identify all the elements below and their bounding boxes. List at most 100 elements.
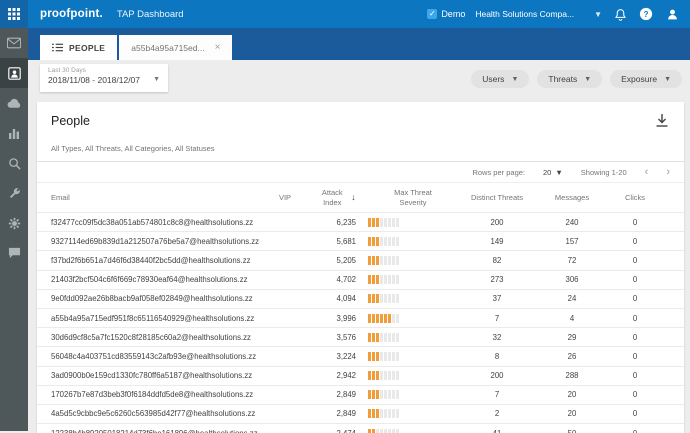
table-row[interactable]: 30d6d9cf8c5a7fc1520c8f28185c60a2@healths… — [37, 327, 684, 346]
gear-icon — [8, 217, 20, 229]
sidebar-item-search[interactable] — [0, 148, 28, 178]
cloud-icon — [7, 98, 20, 108]
severity-bar — [368, 332, 458, 342]
column-header-vip[interactable]: VIP — [266, 193, 304, 202]
table-row[interactable]: 3ad0900b0e159cd1330fc780ff6a5187@healths… — [37, 365, 684, 385]
messages-cell: 157 — [565, 236, 579, 246]
dropdown-caret-icon: ▼ — [153, 76, 160, 83]
table-row[interactable]: 170267b7e87d3beb3f0f6184ddfd5de8@healths… — [37, 384, 684, 404]
exposure-filter-label: Exposure — [621, 74, 658, 84]
users-filter-button[interactable]: Users ▼ — [471, 70, 530, 88]
email-cell[interactable]: 30d6d9cf8c5a7fc1520c8f28185c60a2@healths… — [51, 333, 266, 342]
table-row[interactable]: 56048c4a403751cd83559143c2afb93e@healths… — [37, 346, 684, 365]
distinct-threats-cell: 273 — [490, 275, 504, 285]
column-header-clicks[interactable]: Clicks — [608, 193, 662, 202]
attack-index-label: Attack Index — [321, 188, 343, 207]
top-bar: proofpoint. TAP Dashboard ✓ Demo Health … — [0, 0, 690, 28]
wrench-icon — [9, 187, 20, 198]
threats-filter-button[interactable]: Threats ▼ — [537, 70, 603, 88]
users-filter-label: Users — [482, 74, 505, 84]
sidebar-item-feedback[interactable] — [0, 238, 28, 268]
severity-bar — [368, 255, 458, 265]
distinct-threats-cell: 200 — [490, 371, 504, 381]
bar-chart-icon — [9, 129, 19, 139]
column-header-attack-index[interactable]: Attack Index ↓ — [304, 188, 368, 207]
clicks-cell: 0 — [632, 294, 638, 304]
email-cell[interactable]: 170267b7e87d3beb3f0f6184ddfd5de8@healths… — [51, 390, 266, 399]
messages-cell: 240 — [565, 217, 579, 227]
table-header: Email VIP Attack Index ↓ Max Threat Seve… — [37, 182, 684, 212]
org-selector[interactable]: Health Solutions Compa... — [475, 9, 574, 19]
distinct-threats-cell: 7 — [494, 390, 500, 400]
attack-index-cell: 4,702 — [336, 275, 356, 285]
help-icon[interactable]: ? — [638, 6, 654, 22]
sidebar-item-reports[interactable] — [0, 118, 28, 148]
threats-filter-label: Threats — [548, 74, 578, 84]
email-cell[interactable]: f37bd2f6b651a7d46f6d38440f2bc5dd@healths… — [51, 256, 266, 265]
dropdown-caret-icon: ▼ — [555, 167, 563, 177]
clicks-cell: 0 — [632, 409, 638, 419]
date-range-label: Last 30 Days — [48, 67, 86, 74]
demo-toggle[interactable]: ✓ Demo — [427, 9, 465, 19]
column-header-email[interactable]: Email — [51, 193, 266, 202]
tab-people[interactable]: PEOPLE — [40, 35, 118, 60]
sort-desc-icon[interactable]: ↓ — [351, 192, 356, 203]
svg-text:?: ? — [644, 10, 649, 19]
severity-bar — [368, 236, 458, 246]
rows-per-page-select[interactable]: 20 ▼ — [543, 168, 563, 177]
email-cell[interactable]: 9e0fdd092ae26b8bacb9af058ef02849@healths… — [51, 294, 266, 303]
bell-icon[interactable] — [612, 6, 628, 22]
email-cell[interactable]: 21403f2bcf504c6f6f669c78930eaf64@healths… — [51, 275, 266, 284]
clicks-cell: 0 — [632, 313, 638, 323]
sidebar-item-cloud[interactable] — [0, 88, 28, 118]
column-header-max-threat-severity[interactable]: Max Threat Severity — [368, 188, 458, 207]
apps-grid-button[interactable] — [0, 0, 28, 28]
sidebar-item-mail[interactable] — [0, 28, 28, 58]
distinct-threats-cell: 2 — [494, 409, 500, 419]
table-row[interactable]: 21403f2bcf504c6f6f669c78930eaf64@healths… — [37, 269, 684, 289]
distinct-threats-cell: 200 — [490, 217, 504, 227]
attack-index-cell: 2,849 — [336, 409, 356, 419]
clicks-cell: 0 — [632, 332, 638, 342]
email-cell[interactable]: f32477cc09f5dc38a051ab574801c8c8@healths… — [51, 218, 266, 227]
messages-cell: 29 — [567, 332, 577, 342]
dropdown-caret-icon[interactable]: ▼ — [594, 10, 602, 19]
email-cell[interactable]: a55b4a95a715edf951f8c65116540929@healths… — [51, 314, 266, 323]
next-page-button[interactable]: › — [666, 167, 670, 178]
table-row[interactable]: 4a5d5c9cbbc9e5c6260c563985d42f77@healths… — [37, 403, 684, 423]
dropdown-caret-icon: ▼ — [664, 75, 671, 83]
clicks-cell: 0 — [632, 255, 638, 265]
sidebar-item-people[interactable] — [0, 58, 28, 88]
table-row[interactable]: f37bd2f6b651a7d46f6d38440f2bc5dd@healths… — [37, 250, 684, 269]
sidebar-item-settings[interactable] — [0, 208, 28, 238]
attack-index-cell: 5,681 — [336, 236, 356, 246]
exposure-filter-button[interactable]: Exposure ▼ — [610, 70, 682, 88]
table-row[interactable]: 12238b4b89205018214d73f6be161896@healths… — [37, 423, 684, 433]
demo-label: Demo — [441, 9, 466, 19]
chat-icon — [8, 247, 20, 259]
demo-checkbox[interactable]: ✓ — [427, 9, 438, 19]
download-icon[interactable] — [656, 114, 668, 132]
dropdown-caret-icon: ▼ — [511, 75, 519, 83]
email-cell[interactable]: 4a5d5c9cbbc9e5c6260c563985d42f77@healths… — [51, 409, 266, 418]
column-header-distinct-threats[interactable]: Distinct Threats — [458, 193, 536, 202]
people-icon — [7, 66, 21, 80]
tab-detail[interactable]: a55b4a95a715ed... × — [119, 35, 233, 60]
date-range-picker[interactable]: Last 30 Days 2018/11/08 - 2018/12/07 ▼ — [40, 64, 168, 92]
messages-cell: 24 — [567, 294, 577, 304]
severity-bar — [368, 409, 458, 419]
user-icon[interactable] — [664, 6, 680, 22]
table-row[interactable]: a55b4a95a715edf951f8c65116540929@healths… — [37, 307, 684, 327]
email-cell[interactable]: 56048c4a403751cd83559143c2afb93e@healths… — [51, 352, 266, 361]
table-row[interactable]: 9e0fdd092ae26b8bacb9af058ef02849@healths… — [37, 288, 684, 308]
attack-index-cell: 3,576 — [336, 332, 356, 342]
close-icon[interactable]: × — [215, 42, 221, 53]
showing-range: Showing 1-20 — [580, 167, 627, 177]
sidebar-item-tools[interactable] — [0, 178, 28, 208]
email-cell[interactable]: 9327114ed69b839d1a212507a76be5a7@healths… — [51, 237, 266, 246]
table-row[interactable]: f32477cc09f5dc38a051ab574801c8c8@healths… — [37, 212, 684, 231]
email-cell[interactable]: 3ad0900b0e159cd1330fc780ff6a5187@healths… — [51, 371, 266, 380]
column-header-messages[interactable]: Messages — [536, 193, 608, 202]
table-row[interactable]: 9327114ed69b839d1a212507a76be5a7@healths… — [37, 231, 684, 250]
prev-page-button[interactable]: ‹ — [645, 167, 649, 178]
